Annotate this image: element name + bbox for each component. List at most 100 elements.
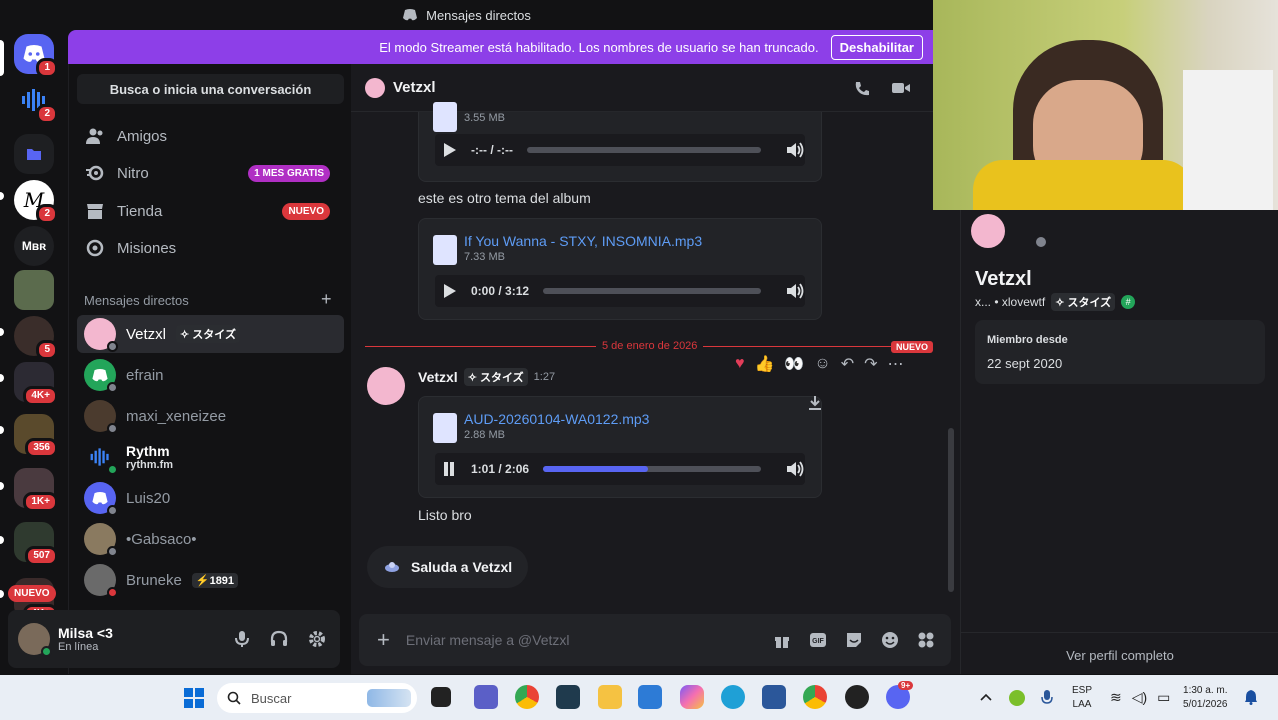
voice-call-icon[interactable] [853, 80, 871, 98]
chrome-profile-icon[interactable] [803, 685, 827, 709]
chevron-up-icon[interactable] [980, 693, 992, 701]
dm-item[interactable]: Rythm rythm.fm [77, 438, 344, 476]
audio-seek-bar[interactable] [526, 147, 761, 153]
dm-item[interactable]: Bruneke ⚡1891 [77, 561, 344, 599]
message-time: 1:27 [533, 371, 556, 383]
headphones-icon[interactable] [270, 630, 288, 648]
more-icon[interactable]: ⋯ [888, 354, 904, 374]
message-author[interactable]: Vetzxl [418, 369, 458, 385]
reaction-eyes-icon[interactable]: 👀 [784, 354, 804, 374]
play-icon[interactable] [441, 283, 457, 299]
message-input[interactable]: Enviar mensaje a @Vetzxl [406, 632, 757, 648]
dm-name: Vetzxl [126, 325, 167, 343]
edge-icon[interactable] [721, 685, 745, 709]
server-folder-4[interactable]: 507 [14, 522, 58, 566]
settings-gear-icon[interactable] [308, 630, 326, 648]
view-full-profile-link[interactable]: Ver perfil completo [961, 648, 1278, 663]
tray-app-icon[interactable] [1009, 690, 1025, 706]
server-rythm[interactable]: 2 [14, 80, 58, 124]
user-info[interactable]: Milsa <3 En línea [58, 625, 113, 653]
server-folder-2[interactable]: 356 [14, 414, 58, 458]
user-avatar[interactable] [18, 623, 52, 657]
app-icon[interactable] [845, 685, 869, 709]
volume-icon[interactable] [785, 282, 805, 300]
gift-icon[interactable] [773, 631, 791, 649]
guild-tag: ⚡1891 [191, 572, 239, 588]
notification-bell-icon[interactable] [1244, 689, 1258, 705]
dm-item[interactable]: Vetzxl ✧ スタイズ [77, 315, 344, 353]
file-explorer-icon[interactable] [598, 685, 622, 709]
taskbar-search[interactable]: Buscar [217, 683, 417, 713]
tray-microphone-icon[interactable] [1041, 689, 1053, 707]
home-button[interactable]: 1 [14, 34, 58, 78]
message-avatar[interactable] [367, 367, 405, 405]
nav-shop[interactable]: Tienda NUEVO [77, 193, 344, 229]
nav-quests[interactable]: Misiones [77, 230, 344, 266]
nav-friends[interactable]: Amigos [77, 118, 344, 154]
reaction-thumbs-up-icon[interactable]: 👍 [755, 354, 775, 374]
wave-button[interactable]: Saluda a Vetzxl [367, 546, 529, 588]
server-photo-2[interactable]: 5 [14, 316, 58, 360]
copilot-icon[interactable] [680, 685, 704, 709]
guild-tag[interactable]: ✧ スタイズ [1051, 293, 1116, 311]
server-folder-3[interactable]: 1K+ [14, 468, 58, 512]
profile-panel: Vetzxl x... • xlovewtf ✧ スタイズ # Miembro … [960, 210, 1278, 674]
pause-icon[interactable] [441, 461, 457, 477]
tray-status-icons[interactable]: ≋ ◁) ▭ [1110, 689, 1170, 706]
store-icon[interactable] [638, 685, 662, 709]
dm-item[interactable]: maxi_xeneizee [77, 397, 344, 435]
avatar [84, 400, 118, 434]
file-name-link[interactable]: If You Wanna - STXY, INSOMNIA.mp3 [464, 233, 702, 249]
reaction-heart-icon[interactable]: ♥ [735, 355, 745, 373]
dm-item[interactable]: Luis20 [77, 479, 344, 517]
nav-nitro[interactable]: Nitro 1 MES GRATIS [77, 155, 344, 191]
audio-file-icon [433, 413, 457, 443]
server-mbr[interactable]: Mʙʀ [14, 226, 54, 266]
audio-file-icon [433, 235, 457, 265]
microphone-icon[interactable] [234, 630, 250, 648]
message-composer: + Enviar mensaje a @Vetzxl GIF [359, 614, 951, 666]
profile-avatar[interactable] [971, 214, 1005, 248]
download-icon[interactable] [807, 395, 823, 411]
clock[interactable]: 1:30 a. m. 5/01/2026 [1183, 684, 1228, 712]
play-icon[interactable] [441, 142, 457, 158]
audio-seek-bar[interactable] [543, 288, 761, 294]
free-month-pill: 1 MES GRATIS [248, 164, 330, 182]
server-m[interactable]: M 2 [14, 180, 58, 224]
volume-icon[interactable] [785, 141, 805, 159]
task-view-icon[interactable] [431, 687, 451, 707]
emoji-icon[interactable] [881, 631, 899, 649]
language-indicator[interactable]: ESP LAA [1072, 684, 1092, 712]
nitro-icon [86, 165, 104, 181]
conversation-search[interactable]: Busca o inicia una conversación [77, 74, 344, 104]
webcam-jersey [1183, 70, 1273, 210]
dm-item[interactable]: efrain [77, 356, 344, 394]
guild-tag[interactable]: ✧ スタイズ [463, 368, 528, 386]
obs-icon[interactable] [556, 685, 580, 709]
forward-icon[interactable]: ↷ [864, 354, 877, 374]
server-photo-1[interactable] [14, 270, 54, 310]
unread-pip [0, 426, 4, 434]
message-text: Listo bro [418, 507, 472, 523]
chat-scrollbar[interactable] [948, 428, 954, 592]
add-dm-icon[interactable]: + [321, 289, 332, 310]
dm-item[interactable]: •Gabsaco• [77, 520, 344, 558]
windows-start-icon[interactable] [183, 687, 205, 709]
audio-seek-bar[interactable] [543, 466, 761, 472]
upload-plus-icon[interactable]: + [377, 627, 390, 653]
word-icon[interactable] [762, 685, 786, 709]
file-name-link[interactable]: AUD-20260104-WA0122.mp3 [464, 411, 649, 427]
keyboard-layout: LAA [1072, 699, 1092, 710]
folder-button[interactable] [14, 134, 54, 174]
add-reaction-icon[interactable]: ☺ [814, 355, 830, 373]
sticker-icon[interactable] [845, 631, 863, 649]
teams-icon[interactable] [474, 685, 498, 709]
server-folder-1[interactable]: 4K+ [14, 362, 58, 406]
video-call-icon[interactable] [891, 81, 911, 95]
apps-icon[interactable] [917, 631, 935, 649]
gif-icon[interactable]: GIF [809, 632, 827, 648]
chrome-icon[interactable] [515, 685, 539, 709]
disable-streamer-button[interactable]: Deshabilitar [830, 34, 923, 60]
volume-icon[interactable] [785, 460, 805, 478]
reply-icon[interactable]: ↶ [841, 354, 854, 374]
